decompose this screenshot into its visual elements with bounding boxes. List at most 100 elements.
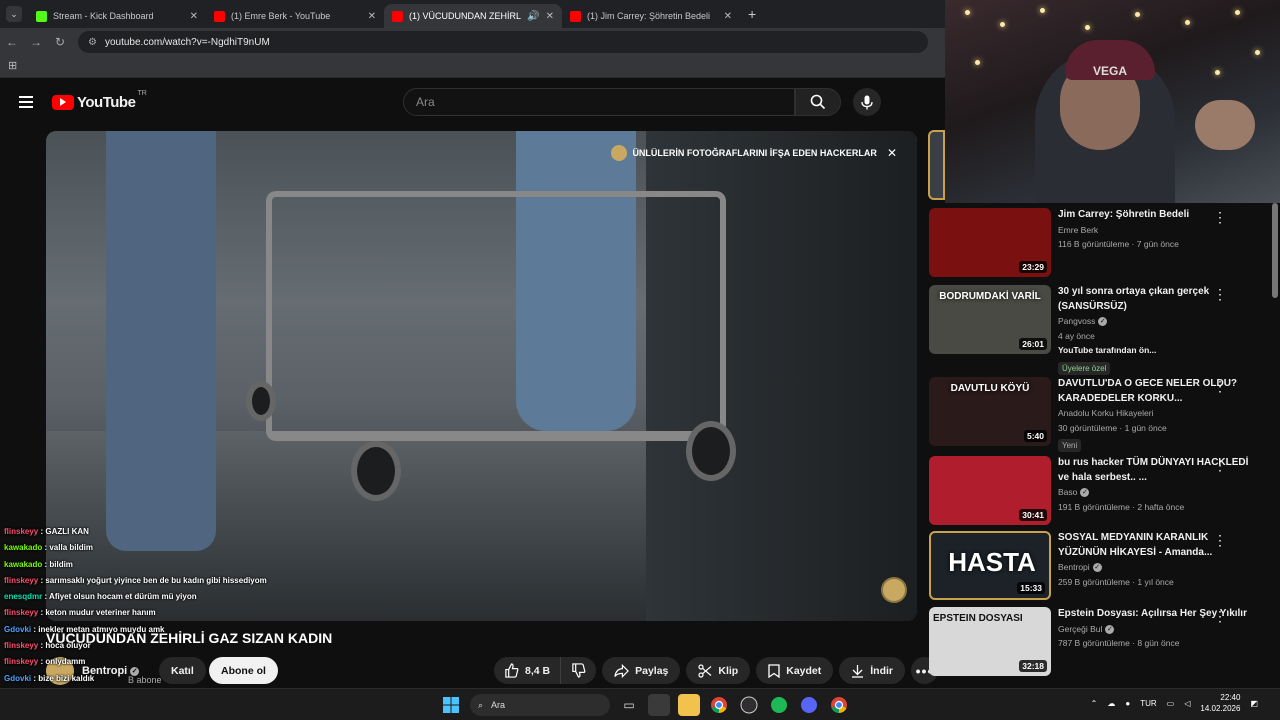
browser-tab[interactable]: Stream - Kick Dashboard ✕ bbox=[28, 4, 206, 28]
network-icon[interactable]: ▭ bbox=[1167, 699, 1175, 708]
more-vertical-icon[interactable]: ⋮ bbox=[1213, 609, 1227, 623]
save-button[interactable]: Kaydet bbox=[756, 657, 834, 684]
video-title[interactable]: bu rus hacker TÜM DÜNYAYI HACKLEDİ ve ha… bbox=[1058, 456, 1258, 485]
video-title[interactable]: DAVUTLU'DA O GECE NELER OLDU? KARADEDELE… bbox=[1058, 377, 1258, 406]
chat-text: keton mudur veteriner hanım bbox=[45, 608, 156, 618]
current-video-thumbnail[interactable] bbox=[928, 130, 945, 200]
video-title[interactable]: Jim Carrey: Şöhretin Bedeli bbox=[1058, 208, 1258, 223]
video-title[interactable]: 30 yıl sonra ortaya çıkan gerçek (SANSÜR… bbox=[1058, 285, 1258, 314]
reload-icon[interactable]: ↻ bbox=[48, 35, 72, 49]
tab-close-icon[interactable]: ✕ bbox=[546, 11, 554, 22]
recommended-video[interactable]: HASTA 15:33 SOSYAL MEDYANIN KARANLIK YÜZÜN… bbox=[929, 531, 1269, 601]
search-input[interactable]: Ara bbox=[403, 88, 795, 116]
search-button[interactable] bbox=[795, 88, 841, 116]
video-thumbnail[interactable]: 23:29 bbox=[929, 208, 1051, 277]
chat-username: flinskeyy bbox=[4, 575, 39, 585]
speaker-icon[interactable]: 🔊 bbox=[527, 11, 539, 22]
video-stats: 30 görüntüleme · 1 gün önce bbox=[1058, 422, 1167, 433]
tab-close-icon[interactable]: ✕ bbox=[724, 11, 732, 22]
channel-name[interactable]: Baso bbox=[1058, 487, 1077, 497]
more-vertical-icon[interactable]: ⋮ bbox=[1213, 379, 1227, 393]
more-vertical-icon[interactable]: ⋮ bbox=[1213, 533, 1227, 547]
video-title[interactable]: Epstein Dosyası: Açılırsa Her Şey Yıkılı… bbox=[1058, 607, 1258, 622]
channel-name[interactable]: Anadolu Korku Hikayeleri bbox=[1058, 408, 1153, 418]
more-vertical-icon[interactable]: ⋮ bbox=[1213, 287, 1227, 301]
clock[interactable]: 22:40 14.02.2026 bbox=[1200, 692, 1240, 714]
chrome-icon[interactable] bbox=[708, 694, 730, 716]
cloud-icon[interactable]: ☁ bbox=[1107, 699, 1115, 708]
site-info-icon[interactable]: ⚙ bbox=[88, 37, 97, 48]
channel-name[interactable]: Gerçeği Bul bbox=[1058, 624, 1102, 634]
scrollbar[interactable] bbox=[1272, 203, 1278, 298]
like-button[interactable]: 8,4 B bbox=[494, 657, 560, 684]
taskbar-search[interactable]: ⌕ Ara bbox=[470, 694, 610, 716]
chevron-up-icon[interactable]: ⌃ bbox=[1091, 699, 1098, 708]
more-vertical-icon[interactable]: ⋮ bbox=[1213, 458, 1227, 472]
tab-close-icon[interactable]: ✕ bbox=[190, 11, 198, 22]
browser-tab[interactable]: (1) Jim Carrey: Şöhretin Bedeli ✕ bbox=[562, 4, 740, 28]
notification-icon[interactable]: ◩ bbox=[1250, 699, 1258, 708]
discord-icon[interactable] bbox=[798, 694, 820, 716]
menu-hamburger-icon[interactable] bbox=[19, 96, 33, 108]
clock-time: 22:40 bbox=[1220, 693, 1241, 702]
video-frame-stretcher bbox=[266, 191, 726, 441]
channel-name[interactable]: Emre Berk bbox=[1058, 225, 1098, 235]
more-vertical-icon[interactable]: ⋮ bbox=[1213, 210, 1227, 224]
recommended-video[interactable]: 23:29 Jim Carrey: Şöhretin Bedeli Emre Ber… bbox=[929, 208, 1269, 278]
spotify-icon[interactable] bbox=[768, 694, 790, 716]
channel-line: Bentropi ✓ bbox=[1058, 560, 1258, 575]
video-thumbnail[interactable]: BODRUMDAKİ VARİL 26:01 bbox=[929, 285, 1051, 354]
apps-grid-icon[interactable]: ⊞ bbox=[8, 59, 17, 72]
video-title[interactable]: SOSYAL MEDYANIN KARANLIK YÜZÜNÜN HİKAYES… bbox=[1058, 531, 1258, 560]
video-thumbnail[interactable]: 30:41 bbox=[929, 456, 1051, 525]
recommended-video[interactable]: EPSTEIN DOSYASI 32:18 Epstein Dosyası: Açı… bbox=[929, 607, 1269, 677]
chat-username: flinskeyy bbox=[4, 608, 39, 618]
file-explorer-icon[interactable] bbox=[678, 694, 700, 716]
new-tab-icon[interactable]: + bbox=[748, 6, 756, 22]
chat-text: valla bildim bbox=[49, 543, 93, 553]
volume-icon[interactable]: ◁ bbox=[1184, 699, 1190, 708]
thumbnail-text: HASTA bbox=[948, 547, 1036, 577]
youtube-logo[interactable]: YouTube TR bbox=[52, 90, 147, 111]
chat-text: hoca oluyor bbox=[45, 641, 91, 651]
recommended-video[interactable]: 30:41 bu rus hacker TÜM DÜNYAYI HACKLEDİ … bbox=[929, 456, 1269, 526]
verified-icon: ✓ bbox=[1092, 563, 1102, 573]
channel-watermark[interactable] bbox=[881, 577, 907, 603]
player-overlay-title[interactable]: ÜNLÜLERİN FOTOĞRAFLARINI İFŞA EDEN HACKE… bbox=[611, 145, 897, 161]
chat-username: kawakado bbox=[4, 543, 43, 553]
download-button[interactable]: İndir bbox=[839, 657, 905, 684]
tab-search-button[interactable]: ⌄ bbox=[6, 6, 22, 22]
share-button[interactable]: Paylaş bbox=[602, 657, 681, 684]
video-thumbnail[interactable]: DAVUTLU KÖYÜ 5:40 bbox=[929, 377, 1051, 446]
address-bar[interactable]: ⚙ youtube.com/watch?v=-NgdhiT9nUM bbox=[78, 31, 928, 53]
chat-message: enesqdmr : Afiyet olsun hocam et dürüm m… bbox=[4, 589, 334, 605]
forward-arrow-icon[interactable]: → bbox=[24, 35, 48, 49]
video-thumbnail[interactable]: EPSTEIN DOSYASI 32:18 bbox=[929, 607, 1051, 676]
back-arrow-icon[interactable]: ← bbox=[0, 35, 24, 49]
chrome-icon[interactable] bbox=[828, 694, 850, 716]
microphone-icon[interactable]: ● bbox=[1125, 699, 1130, 708]
browser-tab-active[interactable]: (1) VÜCUDUNDAN ZEHİRLİ 🔊 ✕ bbox=[384, 4, 562, 28]
clip-button[interactable]: Klip bbox=[686, 657, 751, 684]
keyboard-language[interactable]: TUR bbox=[1140, 699, 1156, 708]
tab-close-icon[interactable]: ✕ bbox=[368, 11, 376, 22]
store-icon[interactable] bbox=[648, 694, 670, 716]
video-info: 30 yıl sonra ortaya çıkan gerçek (SANSÜR… bbox=[1058, 285, 1258, 376]
channel-name[interactable]: Bentropi bbox=[1058, 562, 1090, 572]
voice-search-button[interactable] bbox=[853, 88, 881, 116]
close-icon[interactable]: ✕ bbox=[887, 146, 897, 160]
chat-message: flinskeyy : sarımsaklı yoğurt yiyince be… bbox=[4, 573, 334, 589]
recommended-video[interactable]: DAVUTLU KÖYÜ 5:40 DAVUTLU'DA O GECE NELER … bbox=[929, 377, 1269, 452]
browser-tab[interactable]: (1) Emre Berk - YouTube ✕ bbox=[206, 4, 384, 28]
hat-text: VEGA bbox=[1093, 64, 1128, 78]
video-frame-wheel bbox=[351, 441, 401, 501]
clock-date: 14.02.2026 bbox=[1200, 704, 1241, 713]
obs-icon[interactable] bbox=[738, 694, 760, 716]
video-thumbnail[interactable]: HASTA 15:33 bbox=[929, 531, 1051, 600]
recommended-video[interactable]: BODRUMDAKİ VARİL 26:01 30 yıl sonra ortaya… bbox=[929, 285, 1269, 375]
windows-start-icon[interactable] bbox=[440, 694, 462, 716]
channel-name[interactable]: Pangvoss bbox=[1058, 316, 1095, 326]
dislike-button[interactable] bbox=[560, 657, 596, 684]
verified-icon: ✓ bbox=[1080, 488, 1090, 498]
task-view-icon[interactable]: ▭ bbox=[618, 694, 640, 716]
